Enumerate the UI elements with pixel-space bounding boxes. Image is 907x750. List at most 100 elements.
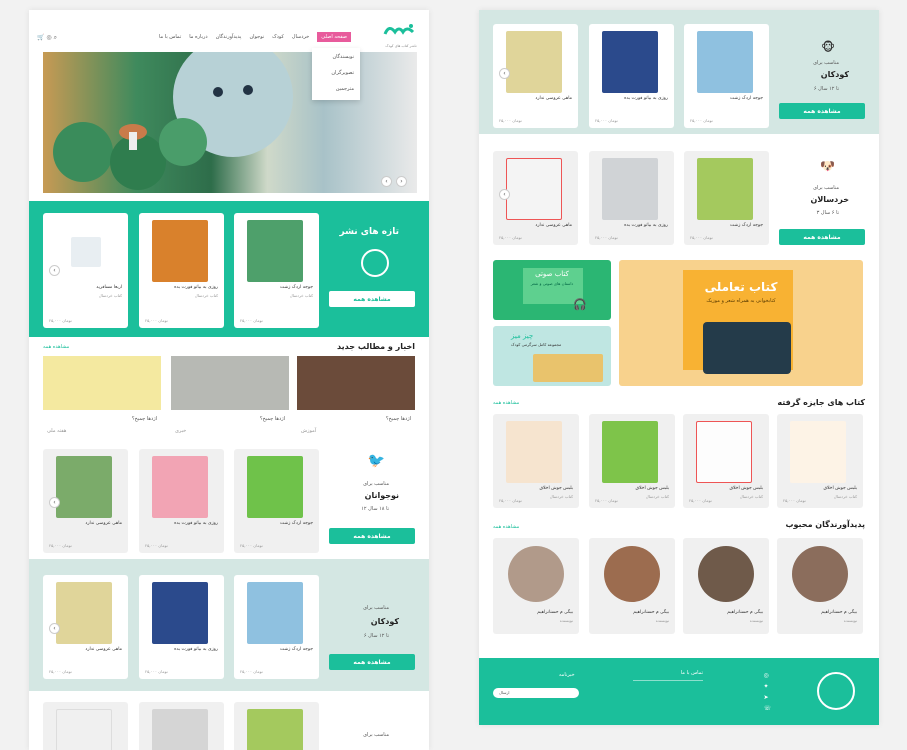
nav-toddler[interactable]: خردسال bbox=[292, 34, 309, 42]
news-card[interactable]: اژدها چمیخ؟ آموزش bbox=[297, 356, 415, 440]
author-avatar bbox=[508, 546, 564, 602]
book-name: روزی به بیاتو فورت بده bbox=[624, 96, 668, 101]
kids-view-all-button[interactable]: مشاهده همه bbox=[779, 103, 865, 119]
book-name: جوجه اردک زشت bbox=[280, 647, 313, 652]
news-question: اژدها چمیخ؟ bbox=[259, 416, 285, 422]
news-card[interactable]: اژدها چمیخ؟ هفته ملی bbox=[43, 356, 161, 440]
news-more-link[interactable]: مشاهده همه bbox=[43, 344, 69, 350]
interactive-book-banner[interactable]: کتاب تعاملی کتابخوانی به همراه شعر و موز… bbox=[619, 260, 863, 386]
teen-bird-icon: 🐦 bbox=[367, 453, 385, 469]
nav-contact[interactable]: تماس با ما bbox=[159, 34, 181, 42]
toddler-book-card[interactable] bbox=[43, 702, 128, 750]
book-price: ۲۵,۰۰۰ تومان bbox=[499, 118, 522, 123]
dropdown-item-writers[interactable]: نویسندگان bbox=[332, 54, 354, 60]
dropdown-item-illustrators[interactable]: تصویرگران bbox=[331, 70, 354, 76]
teen-prev-arrow[interactable]: ‹ bbox=[49, 497, 60, 508]
book-category: کتاب خردسال bbox=[549, 494, 573, 499]
book-price: ۲۵,۰۰۰ تومان bbox=[240, 669, 263, 674]
dropdown-item-translators[interactable]: مترجمین bbox=[336, 86, 354, 92]
header-icons[interactable]: 🛒 ◎ ⌕ bbox=[37, 34, 57, 42]
teen-view-all-button[interactable]: مشاهده همه bbox=[329, 528, 415, 544]
author-role: نویسنده bbox=[655, 618, 669, 623]
author-role: نویسنده bbox=[749, 618, 763, 623]
newsletter-email-input[interactable]: ارسال bbox=[493, 688, 579, 698]
news-card[interactable]: اژدها چمیخ؟ خبری bbox=[171, 356, 289, 440]
nav-creators[interactable]: پدیدآورندگان bbox=[216, 34, 242, 42]
newsletter-submit-button[interactable]: ارسال bbox=[499, 690, 510, 695]
headphones-icon: 🎧 bbox=[573, 298, 587, 311]
toddler-book-card[interactable] bbox=[139, 702, 224, 750]
newest-book-card[interactable]: جوجه اردک زشت کتاب خردسال ۲۵,۰۰۰ تومان bbox=[234, 213, 319, 328]
book-price: ۲۵,۰۰۰ تومان bbox=[499, 235, 522, 240]
news-image bbox=[297, 356, 415, 410]
game-banner[interactable]: چیز میز مجموعه کامل سرگرمی کودک bbox=[493, 326, 611, 386]
awards-more-link[interactable]: مشاهده همه bbox=[493, 400, 519, 406]
hero-next-arrow[interactable]: › bbox=[396, 176, 407, 187]
cart-icon[interactable]: 🛒 bbox=[37, 34, 44, 41]
audio-title: کتاب صوتی bbox=[535, 270, 569, 278]
author-role: نویسنده bbox=[843, 618, 857, 623]
nav-kids[interactable]: کودک bbox=[272, 34, 284, 42]
hero-prev-arrow[interactable]: ‹ bbox=[381, 176, 392, 187]
kids-mascot-icon: 🐵 bbox=[821, 40, 835, 54]
book-name: بلبس جوش اخلاق bbox=[729, 486, 763, 491]
kids-book-card[interactable]: روزی به بیاتو فورت بده ۲۵,۰۰۰ تومان bbox=[139, 575, 224, 679]
book-price: ۲۵,۰۰۰ تومان bbox=[145, 669, 168, 674]
search-icon[interactable]: ⌕ bbox=[54, 34, 57, 41]
author-card[interactable]: بیگی م حسنانراهیم نویسنده bbox=[493, 538, 579, 634]
footer-logo[interactable] bbox=[817, 672, 855, 710]
award-book-card[interactable]: بلبس جوش اخلاق کتاب خردسال ۲۵,۰۰۰ تومان bbox=[777, 414, 863, 508]
toddler-book-card[interactable]: جوجه اردک زشت ۲۵,۰۰۰ تومان bbox=[684, 151, 769, 245]
authors-more-link[interactable]: مشاهده همه bbox=[493, 524, 519, 530]
award-book-card[interactable]: بلبس جوش اخلاق کتاب خردسال ۲۵,۰۰۰ تومان bbox=[589, 414, 675, 508]
author-card[interactable]: بیگی م حسنانراهیم نویسنده bbox=[683, 538, 769, 634]
kids-book-card[interactable]: جوجه اردک زشت ۲۵,۰۰۰ تومان bbox=[684, 24, 769, 128]
kids-book-card[interactable]: جوجه اردک زشت ۲۵,۰۰۰ تومان bbox=[234, 575, 319, 679]
book-category: کتاب خردسال bbox=[289, 293, 313, 298]
kids-book-card[interactable]: روزی به بیاتو فورت بده ۲۵,۰۰۰ تومان bbox=[589, 24, 674, 128]
instagram-icon[interactable]: ◎ bbox=[763, 672, 771, 679]
telegram-icon[interactable]: ➤ bbox=[763, 694, 771, 701]
audio-book-banner[interactable]: کتاب صوتی داستان های صوتی و شعر 🎧 bbox=[493, 260, 611, 320]
toddler-book-card[interactable]: روزی به بیاتو فورت بده ۲۵,۰۰۰ تومان bbox=[589, 151, 674, 245]
book-price: ۲۵,۰۰۰ تومان bbox=[240, 318, 263, 323]
nav-about[interactable]: درباره ما bbox=[189, 34, 207, 42]
book-cover bbox=[152, 582, 208, 644]
toddler-view-all-button[interactable]: مشاهده همه bbox=[779, 229, 865, 245]
nav-teen[interactable]: نوجوان bbox=[249, 34, 264, 42]
author-card[interactable]: بیگی م حسنانراهیم نویسنده bbox=[777, 538, 863, 634]
book-cover bbox=[152, 220, 208, 282]
award-book-card[interactable]: بلبس جوش اخلاق کتاب خردسال ۲۵,۰۰۰ تومان bbox=[493, 414, 579, 508]
book-name: جوجه اردک زشت bbox=[280, 285, 313, 290]
author-card[interactable]: بیگی م حسنانراهیم نویسنده bbox=[589, 538, 675, 634]
toddler-prev-arrow[interactable]: ‹ bbox=[499, 189, 510, 200]
whatsapp-icon[interactable]: ☏ bbox=[763, 705, 771, 712]
newest-book-card[interactable]: روزی به بیاتو فورت بده کتاب خردسال ۲۵,۰۰… bbox=[139, 213, 224, 328]
awards-title: کتاب های جایزه گرفته bbox=[777, 398, 865, 407]
kids-label: مناسب برای bbox=[813, 60, 839, 66]
site-logo[interactable]: ناشر کتاب های کودک bbox=[381, 20, 421, 48]
newest-view-all-button[interactable]: مشاهده همه bbox=[329, 291, 415, 307]
book-price: ۲۵,۰۰۰ تومان bbox=[595, 118, 618, 123]
book-cover bbox=[697, 31, 753, 93]
teen-book-card[interactable]: روزی به بیاتو فورت بده ۲۵,۰۰۰ تومان bbox=[139, 449, 224, 553]
nav-home[interactable]: صفحه اصلی bbox=[317, 32, 351, 42]
twitter-icon[interactable]: ✦ bbox=[763, 683, 771, 690]
teen-book-card[interactable]: جوجه اردک زشت ۲۵,۰۰۰ تومان bbox=[234, 449, 319, 553]
author-name: بیگی م حسنانراهیم bbox=[821, 610, 857, 615]
toddler-book-card[interactable] bbox=[234, 702, 319, 750]
newest-prev-arrow[interactable]: ‹ bbox=[49, 265, 60, 276]
book-cover bbox=[247, 456, 303, 518]
kids-view-all-button[interactable]: مشاهده همه bbox=[329, 654, 415, 670]
awards-section: کتاب های جایزه گرفته مشاهده همه بلبس جوش… bbox=[479, 396, 879, 508]
kids-prev-arrow[interactable]: ‹ bbox=[499, 68, 510, 79]
hero-banner[interactable]: ‹ › bbox=[43, 52, 417, 193]
main-nav: صفحه اصلی خردسال کودک نوجوان پدیدآورندگا… bbox=[141, 32, 351, 42]
user-icon[interactable]: ◎ bbox=[46, 34, 51, 41]
news-image bbox=[171, 356, 289, 410]
book-price: ۲۵,۰۰۰ تومان bbox=[49, 543, 72, 548]
kids-prev-arrow[interactable]: ‹ bbox=[49, 623, 60, 634]
toddler-label: مناسب برای bbox=[813, 185, 839, 191]
award-book-card[interactable]: بلبس جوش اخلاق کتاب خردسال ۲۵,۰۰۰ تومان bbox=[683, 414, 769, 508]
toddler-section: 🐶 مناسب برای خردسالان ۳ تا ۶ سال مشاهده … bbox=[479, 147, 879, 255]
